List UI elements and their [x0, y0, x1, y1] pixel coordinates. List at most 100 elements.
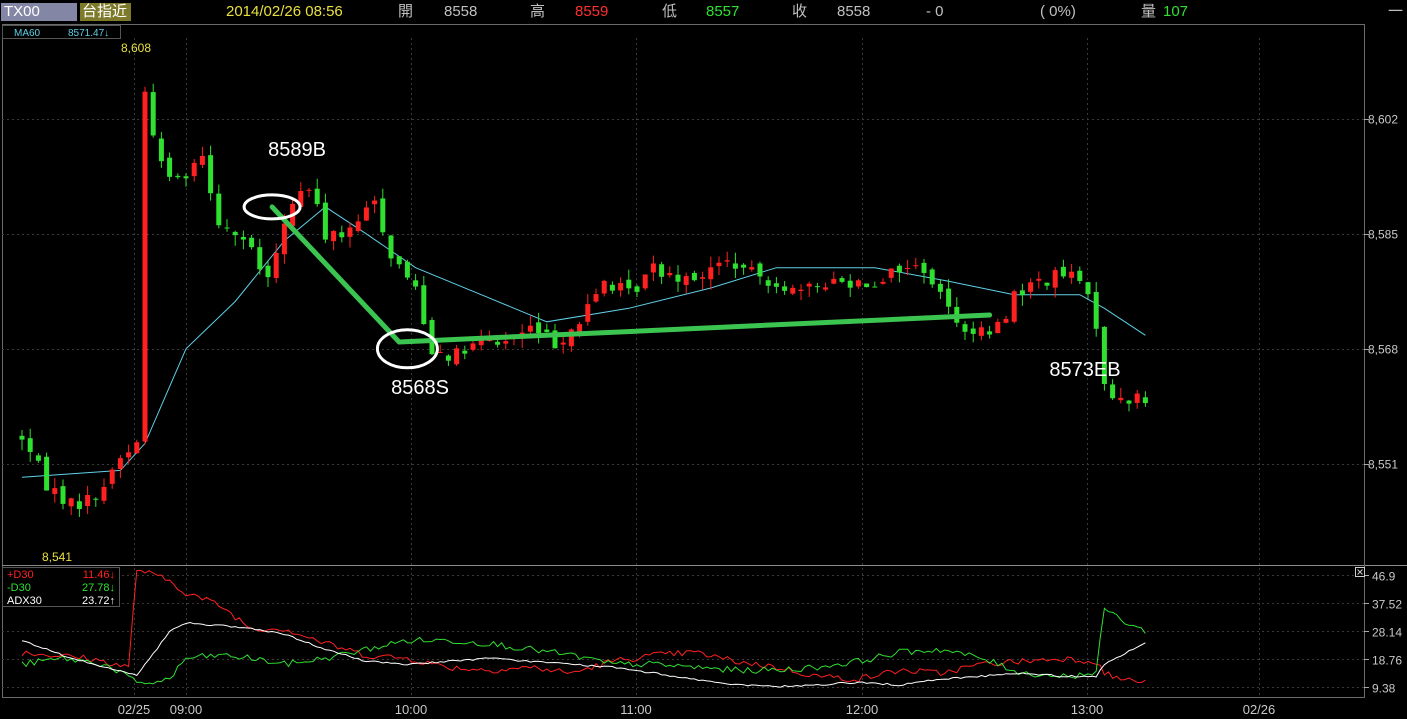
indicator-tick-label: 9.38 [1372, 682, 1396, 696]
candle [445, 354, 451, 367]
candle-body [347, 227, 353, 237]
ma60-line [21, 206, 1146, 478]
ma-legend: MA60 8571.47↓ [2, 25, 121, 39]
candle [650, 255, 656, 282]
candle [216, 184, 222, 229]
candle-body [782, 286, 788, 291]
close-box-icon[interactable] [1355, 567, 1365, 577]
candle [27, 428, 33, 462]
candle-body [757, 263, 763, 277]
ma60-path [21, 206, 1146, 478]
candle-body [175, 175, 181, 178]
candle-body [708, 267, 714, 280]
candle-body [732, 263, 738, 269]
time-tick-label: 09:00 [170, 702, 203, 717]
candle-body [798, 289, 804, 291]
candle [76, 493, 82, 517]
candle-body [1011, 291, 1017, 322]
candle-body [896, 265, 902, 273]
candle-body [306, 189, 312, 191]
candle [741, 263, 747, 275]
candle-body [659, 264, 665, 277]
candle-body [741, 264, 747, 268]
candle [946, 279, 952, 315]
candle [404, 259, 410, 280]
candle-body [158, 138, 164, 162]
candle-body [183, 176, 189, 179]
candle [265, 260, 271, 287]
candle-body [167, 157, 173, 177]
candle-body [60, 486, 66, 504]
indicator-tick-label: 46.9 [1372, 570, 1396, 584]
candle-body [44, 456, 50, 491]
candle [388, 234, 394, 267]
candle [888, 268, 894, 283]
candle-body [1077, 270, 1083, 281]
candle [199, 146, 205, 168]
candle [347, 222, 353, 248]
candle [683, 272, 689, 294]
candle-body [749, 267, 755, 270]
candle-body [454, 348, 460, 365]
candle-body [35, 455, 41, 461]
candle-body [978, 327, 984, 336]
candle [790, 284, 796, 296]
candle [626, 269, 632, 295]
candle [191, 158, 197, 182]
candle-body [445, 355, 451, 361]
candle-body [208, 155, 214, 194]
candle-body [913, 265, 919, 267]
candle-body [847, 280, 853, 288]
candle-body [593, 294, 599, 302]
candle-body [191, 162, 197, 177]
candle [970, 321, 976, 343]
candle-body [470, 343, 476, 350]
candle [987, 325, 993, 339]
time-tick-label: 10:00 [395, 702, 428, 717]
candle-body [380, 198, 386, 233]
candle-body [257, 247, 263, 270]
price-tick-label: 8,602 [1368, 113, 1398, 127]
time-tick-label: 13:00 [1071, 702, 1104, 717]
candle-body [85, 494, 91, 507]
candle [954, 297, 960, 328]
candle [1142, 391, 1148, 407]
candle [314, 178, 320, 207]
candle-body [609, 284, 615, 291]
candle [208, 145, 214, 201]
candle-body [675, 274, 681, 282]
indicator-tick-label: 18.76 [1372, 654, 1402, 668]
chart-area[interactable]: 8,602 8,585 8,568 8,551 02/25 09:00 10:00 11:00… [0, 0, 1407, 719]
candle-body [995, 321, 1001, 334]
time-tick-label: 11:00 [620, 702, 652, 717]
candle-body [937, 283, 943, 292]
candle [101, 478, 107, 505]
candle-body [52, 488, 58, 494]
chart-labels: 8,602 8,585 8,568 8,551 02/25 09:00 10:00 11:00… [2, 25, 1402, 717]
trade-line [396, 312, 993, 345]
indicator-legend-value: 27.78↓ [82, 582, 115, 594]
candle [1060, 259, 1066, 279]
candle-body [626, 279, 632, 289]
candle-body [773, 283, 779, 287]
candle [339, 225, 345, 243]
candle-body [970, 328, 976, 334]
dmi-series-line [21, 607, 1146, 685]
candle-body [905, 268, 911, 270]
candle-body [946, 288, 952, 307]
candle [232, 230, 238, 246]
candle [700, 271, 706, 290]
candle-body [806, 283, 812, 287]
candle [1110, 379, 1116, 400]
candle-body [1003, 318, 1009, 323]
candle [708, 256, 714, 290]
candle [35, 453, 41, 463]
candle [544, 323, 550, 333]
candle [1093, 281, 1099, 337]
candle-body [880, 281, 886, 284]
candle-body [872, 286, 878, 288]
dmi-lines [21, 569, 1146, 688]
candle [798, 284, 804, 301]
candle [1126, 399, 1132, 412]
candle [109, 467, 115, 489]
